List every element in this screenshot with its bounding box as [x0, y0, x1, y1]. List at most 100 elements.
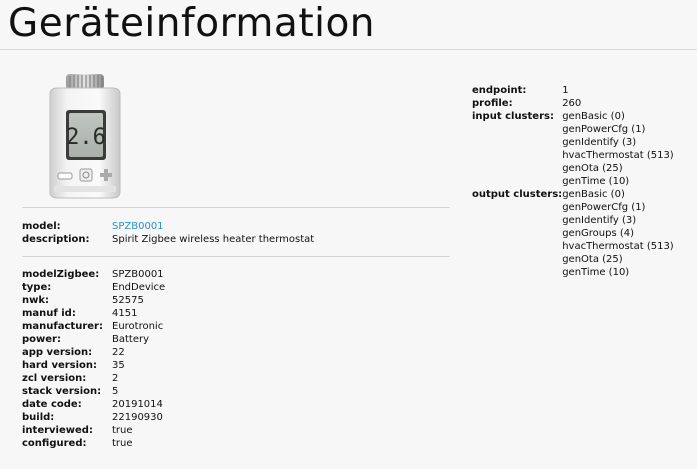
output-cluster-row: genIdentify (3) — [472, 214, 674, 227]
zigbee-row: nwk: 52575 — [22, 294, 165, 307]
input-cluster-row-label: input clusters: — [472, 111, 554, 122]
zigbee-row-label: manufacturer: — [22, 321, 103, 332]
zigbee-row: manuf id: 4151 — [22, 307, 165, 320]
zigbee-row: power: Battery — [22, 333, 165, 346]
zigbee-row-label: zcl version: — [22, 373, 87, 384]
zigbee-row-label: manuf id: — [22, 308, 76, 319]
zigbee-row-value: SPZB0001 — [112, 269, 164, 280]
zigbee-row-label: configured: — [22, 438, 87, 449]
zigbee-row-value: Eurotronic — [112, 321, 164, 332]
zigbee-info-table: modelZigbee: SPZB0001 type: EndDevice nwk: 52… — [22, 268, 165, 450]
zigbee-row: date code: 20191014 — [22, 398, 165, 411]
output-cluster-row-label — [472, 253, 562, 266]
endpoint-label: endpoint: — [472, 85, 527, 96]
zigbee-row: modelZigbee: SPZB0001 — [22, 268, 165, 281]
output-cluster-row-value: genOta (25) — [562, 254, 623, 265]
section-divider — [22, 207, 450, 208]
output-cluster-row: genTime (10) — [472, 266, 674, 279]
zigbee-row-value: true — [112, 438, 133, 449]
zigbee-row-value: Battery — [112, 334, 150, 345]
endpoint-value: 1 — [562, 85, 569, 96]
output-cluster-row-value: genPowerCfg (1) — [562, 202, 646, 213]
input-cluster-row-value: genPowerCfg (1) — [562, 124, 646, 135]
zigbee-row-value: 2 — [112, 373, 119, 384]
zigbee-row-label: type: — [22, 282, 52, 293]
title-divider — [0, 49, 697, 50]
lcd-digits: 2.6 — [66, 125, 106, 150]
model-row: model: SPZB0001 — [22, 220, 314, 233]
thermostat-device-image: 2.6 — [49, 74, 121, 199]
output-cluster-row-value: genGroups (4) — [562, 228, 635, 239]
input-cluster-row-label — [472, 162, 562, 175]
description-value: Spirit Zigbee wireless heater thermostat — [112, 234, 315, 245]
zigbee-row-label: build: — [22, 412, 55, 423]
output-cluster-row-value: hvacThermostat (513) — [562, 241, 674, 252]
zigbee-row: configured: true — [22, 437, 165, 450]
model-link[interactable]: SPZB0001 — [112, 221, 164, 232]
zigbee-row-value: 5 — [112, 386, 119, 397]
zigbee-row-value: true — [112, 425, 133, 436]
zigbee-row: stack version: 5 — [22, 385, 165, 398]
model-label: model: — [22, 221, 61, 232]
output-cluster-row-label — [472, 214, 562, 227]
profile-value: 260 — [562, 98, 582, 109]
zigbee-row: hard version: 35 — [22, 359, 165, 372]
zigbee-row-label: modelZigbee: — [22, 269, 100, 280]
input-cluster-row-label — [472, 175, 562, 188]
input-cluster-row-label — [472, 149, 562, 162]
zigbee-row: interviewed: true — [22, 424, 165, 437]
zigbee-row-label: app version: — [22, 347, 93, 358]
zigbee-row-label: hard version: — [22, 360, 98, 371]
zigbee-row-label: interviewed: — [22, 425, 93, 436]
description-row: description: Spirit Zigbee wireless heat… — [22, 233, 314, 246]
zigbee-row-value: 4151 — [112, 308, 138, 319]
input-cluster-row-value: genBasic (0) — [562, 111, 625, 122]
input-cluster-row: input clusters: genBasic (0) — [472, 110, 674, 123]
zigbee-row-label: power: — [22, 334, 61, 345]
profile-row: profile: 260 — [472, 97, 674, 110]
input-cluster-row-label — [472, 136, 562, 149]
zigbee-row-value: 22 — [112, 347, 125, 358]
zigbee-row-label: nwk: — [22, 295, 50, 306]
input-cluster-row-value: hvacThermostat (513) — [562, 150, 674, 161]
output-cluster-row-label — [472, 201, 562, 214]
output-cluster-row-value: genBasic (0) — [562, 189, 625, 200]
zigbee-row: type: EndDevice — [22, 281, 165, 294]
output-cluster-row-label — [472, 266, 562, 279]
output-cluster-row-value: genIdentify (3) — [562, 215, 637, 226]
zigbee-row-value: 35 — [112, 360, 125, 371]
section-divider — [22, 256, 450, 257]
zigbee-row-value: 22190930 — [112, 412, 163, 423]
output-cluster-row-value: genTime (10) — [562, 267, 630, 278]
zigbee-row-label: stack version: — [22, 386, 102, 397]
endpoint-row: endpoint: 1 — [472, 84, 674, 97]
page-title: Geräteinformation — [8, 1, 376, 46]
model-info-table: model: SPZB0001 description: Spirit Zigb… — [22, 220, 314, 246]
zigbee-row-value: EndDevice — [112, 282, 166, 293]
output-cluster-row-label: output clusters: — [472, 189, 563, 200]
zigbee-row: build: 22190930 — [22, 411, 165, 424]
output-cluster-row: genGroups (4) — [472, 227, 674, 240]
zigbee-row-label: date code: — [22, 399, 82, 410]
input-cluster-row: genTime (10) — [472, 175, 674, 188]
zigbee-row-value: 20191014 — [112, 399, 163, 410]
input-cluster-row-value: genOta (25) — [562, 163, 623, 174]
input-cluster-row-value: genTime (10) — [562, 176, 630, 187]
zigbee-row: manufacturer: Eurotronic — [22, 320, 165, 333]
output-cluster-row-label — [472, 240, 562, 253]
input-cluster-row: hvacThermostat (513) — [472, 149, 674, 162]
output-cluster-row-label — [472, 227, 562, 240]
zigbee-row: zcl version: 2 — [22, 372, 165, 385]
output-cluster-row: genPowerCfg (1) — [472, 201, 674, 214]
zigbee-row: app version: 22 — [22, 346, 165, 359]
description-label: description: — [22, 234, 90, 245]
input-cluster-row: genPowerCfg (1) — [472, 123, 674, 136]
endpoint-info-table: endpoint: 1 profile: 260 input clusters:… — [472, 84, 674, 279]
zigbee-row-value: 52575 — [112, 295, 144, 306]
output-cluster-row: genOta (25) — [472, 253, 674, 266]
profile-label: profile: — [472, 98, 513, 109]
input-cluster-row-value: genIdentify (3) — [562, 137, 637, 148]
input-cluster-row: genOta (25) — [472, 162, 674, 175]
output-cluster-row: output clusters: genBasic (0) — [472, 188, 674, 201]
output-cluster-row: hvacThermostat (513) — [472, 240, 674, 253]
